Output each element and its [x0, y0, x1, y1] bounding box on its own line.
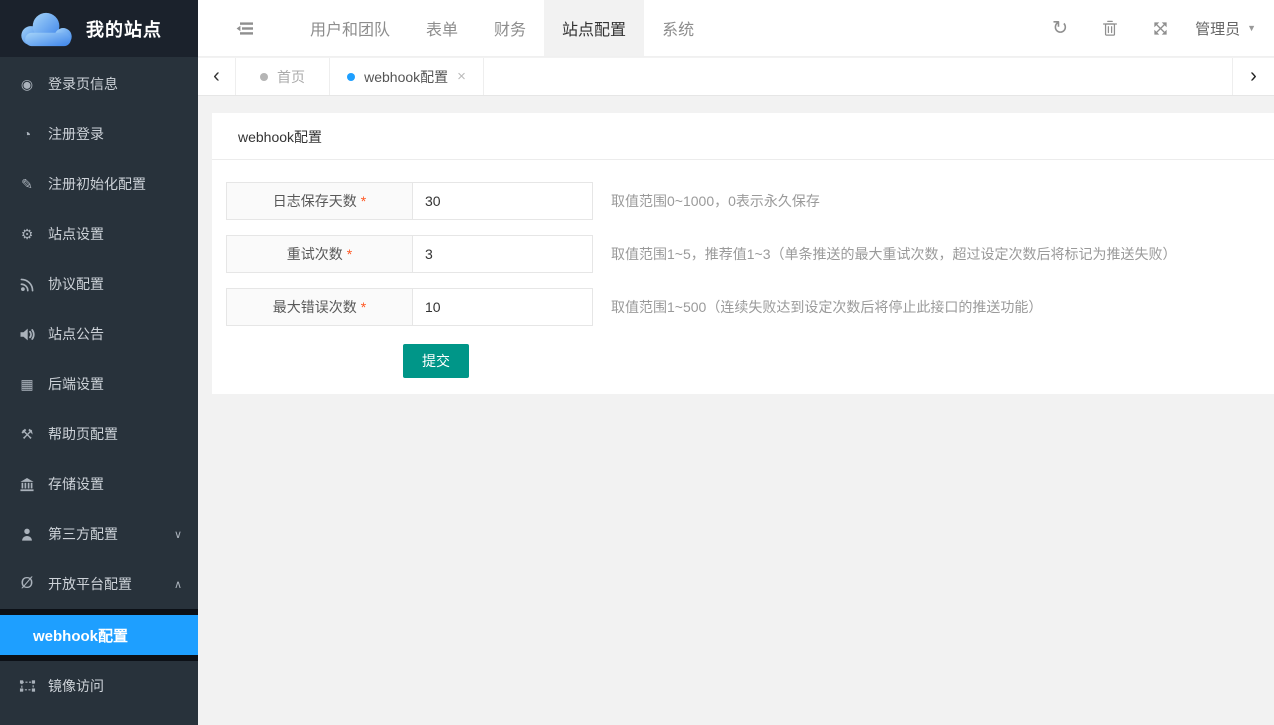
input-wrapper	[412, 182, 593, 220]
sidebar-item-mirror-access[interactable]: 镜像访问	[0, 661, 198, 711]
rss-icon	[18, 277, 36, 292]
menu-fold-icon[interactable]	[198, 0, 292, 56]
label-text: 最大错误次数	[273, 297, 357, 317]
sidebar-item-label: 协议配置	[48, 274, 104, 294]
sidebar-item-label: 帮助页配置	[48, 424, 118, 444]
field-hint: 取值范围0~1000，0表示永久保存	[611, 182, 820, 220]
nav-item-forms[interactable]: 表单	[408, 0, 476, 56]
chevron-up-icon: ∧	[174, 578, 182, 591]
tab-label: 首页	[277, 67, 305, 87]
sidebar-item-label: 第三方配置	[48, 524, 118, 544]
tabs-scroll-right-icon[interactable]: ›	[1232, 58, 1274, 95]
cloud-icon	[16, 10, 78, 48]
sidebar-item-label: 注册登录	[48, 124, 104, 144]
nav-item-site-config[interactable]: 站点配置	[544, 0, 644, 56]
webhook-config-form: 日志保存天数 * 取值范围0~1000，0表示永久保存 重试次数 * 取值范围1…	[212, 160, 1274, 378]
input-wrapper	[412, 235, 593, 273]
bank-icon	[18, 477, 36, 492]
fullscreen-icon[interactable]	[1149, 0, 1171, 56]
tab-dot-gray	[260, 73, 268, 81]
input-wrapper	[412, 288, 593, 326]
dashboard-icon: ◔	[18, 126, 36, 142]
sidebar-item-label: 后端设置	[48, 374, 104, 394]
refresh-icon[interactable]: ↻	[1049, 0, 1071, 56]
field-label: 重试次数 *	[226, 235, 412, 273]
site-title: 我的站点	[86, 16, 162, 42]
sidebar-item-open-platform-config[interactable]: Ø 开放平台配置 ∧	[0, 559, 198, 609]
sidebar-item-login-page-info[interactable]: ◉ 登录页信息	[0, 59, 198, 109]
field-hint: 取值范围1~5，推荐值1~3（单条推送的最大重试次数，超过设定次数后将标记为推送…	[611, 235, 1177, 273]
top-header: 用户和团队 表单 财务 站点配置 系统 ↻ 管理员 ▼	[198, 0, 1274, 57]
football-icon: ◉	[18, 76, 36, 93]
sidebar-item-label: 登录页信息	[48, 74, 118, 94]
field-label: 日志保存天数 *	[226, 182, 412, 220]
sidebar-item-register-init-config[interactable]: ✎ 注册初始化配置	[0, 159, 198, 209]
webhook-config-card: webhook配置 日志保存天数 * 取值范围0~1000，0表示永久保存 重试…	[212, 113, 1274, 394]
pen-icon: ✎	[18, 176, 36, 193]
nav-item-finance[interactable]: 财务	[476, 0, 544, 56]
wrench-icon: ⚒	[18, 426, 36, 443]
user-icon	[18, 527, 36, 542]
required-mark: *	[347, 246, 352, 262]
tab-home[interactable]: 首页	[236, 58, 330, 95]
sidebar-item-label: 存储设置	[48, 474, 104, 494]
tab-bar: ‹ 首页 webhook配置 × ›	[198, 58, 1274, 96]
sidebar-item-label: 站点公告	[48, 324, 104, 344]
caret-down-icon: ▼	[1247, 23, 1256, 33]
sidebar-item-protocol-config[interactable]: 协议配置	[0, 259, 198, 309]
sidebar-item-site-announcement[interactable]: 站点公告	[0, 309, 198, 359]
main-content: webhook配置 日志保存天数 * 取值范围0~1000，0表示永久保存 重试…	[198, 96, 1274, 725]
speaker-icon	[18, 327, 36, 342]
sidebar-item-storage-settings[interactable]: 存储设置	[0, 459, 198, 509]
form-row-max-error-count: 最大错误次数 * 取值范围1~500（连续失败达到设定次数后将停止此接口的推送功…	[226, 288, 1274, 326]
label-text: 日志保存天数	[273, 191, 357, 211]
sidebar-item-backend-settings[interactable]: ▦ 后端设置	[0, 359, 198, 409]
circle-slash-icon: Ø	[18, 575, 36, 593]
field-label: 最大错误次数 *	[226, 288, 412, 326]
required-mark: *	[361, 193, 366, 209]
sidebar-item-label: 镜像访问	[48, 676, 104, 696]
sidebar-item-help-page-config[interactable]: ⚒ 帮助页配置	[0, 409, 198, 459]
sidebar-item-site-settings[interactable]: ⚙ 站点设置	[0, 209, 198, 259]
trash-icon[interactable]	[1099, 0, 1121, 56]
log-retention-days-input[interactable]	[413, 183, 592, 219]
logo-bar: 我的站点	[0, 0, 198, 57]
user-name: 管理员	[1195, 18, 1240, 39]
field-hint: 取值范围1~500（连续失败达到设定次数后将停止此接口的推送功能）	[611, 288, 1042, 326]
label-text: 重试次数	[287, 244, 343, 264]
sidebar-item-label: 注册初始化配置	[48, 174, 146, 194]
required-mark: *	[361, 299, 366, 315]
tabs-scroll-left-icon[interactable]: ‹	[198, 58, 236, 95]
object-group-icon	[18, 679, 36, 693]
submit-button[interactable]: 提交	[403, 344, 469, 378]
gear-icon: ⚙	[18, 226, 36, 243]
sidebar-subitem-webhook-config[interactable]: webhook配置	[0, 615, 198, 655]
card-title: webhook配置	[212, 113, 1274, 160]
user-menu[interactable]: 管理员 ▼	[1185, 0, 1274, 56]
sidebar-subitem-label: webhook配置	[33, 625, 128, 646]
sidebar: 我的站点 ◉ 登录页信息 ◔ 注册登录 ✎ 注册初始化配置 ⚙ 站点设置	[0, 0, 198, 725]
retry-count-input[interactable]	[413, 236, 592, 272]
tab-webhook-config[interactable]: webhook配置 ×	[330, 58, 484, 95]
tab-label: webhook配置	[364, 67, 448, 87]
sidebar-item-label: 站点设置	[48, 224, 104, 244]
chevron-down-icon: ∨	[174, 528, 182, 541]
tab-dot-blue	[347, 73, 355, 81]
tabbar-spacer	[484, 58, 1232, 95]
sidebar-item-register-login[interactable]: ◔ 注册登录	[0, 109, 198, 159]
form-row-retry-count: 重试次数 * 取值范围1~5，推荐值1~3（单条推送的最大重试次数，超过设定次数…	[226, 235, 1274, 273]
sidebar-item-third-party-config[interactable]: 第三方配置 ∨	[0, 509, 198, 559]
close-icon[interactable]: ×	[457, 68, 466, 85]
sidebar-menu: ◉ 登录页信息 ◔ 注册登录 ✎ 注册初始化配置 ⚙ 站点设置 协议配置	[0, 57, 198, 711]
open-platform-submenu: webhook配置	[0, 609, 198, 661]
grid-icon: ▦	[18, 376, 36, 393]
header-spacer	[712, 0, 1035, 56]
form-row-log-retention-days: 日志保存天数 * 取值范围0~1000，0表示永久保存	[226, 182, 1274, 220]
max-error-count-input[interactable]	[413, 289, 592, 325]
submit-row: 提交	[403, 344, 1274, 378]
sidebar-item-label: 开放平台配置	[48, 574, 132, 594]
nav-item-users-teams[interactable]: 用户和团队	[292, 0, 408, 56]
nav-item-system[interactable]: 系统	[644, 0, 712, 56]
